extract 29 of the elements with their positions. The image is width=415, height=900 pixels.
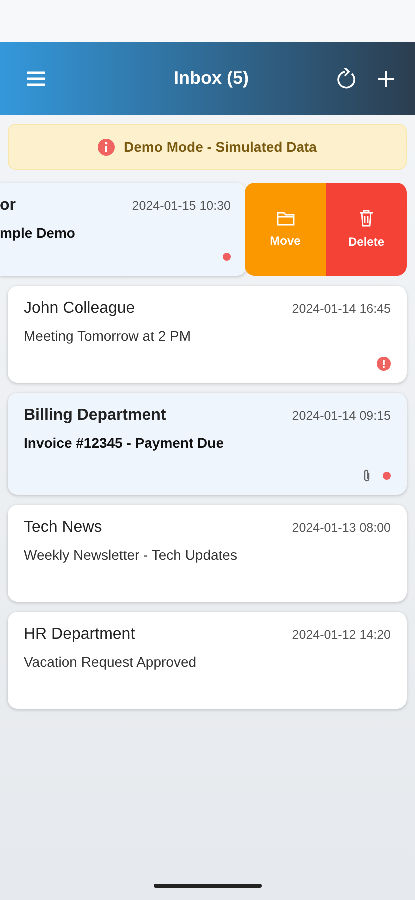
info-icon <box>98 138 116 156</box>
email-date: 2024-01-13 08:00 <box>292 521 391 535</box>
menu-icon[interactable] <box>26 70 46 86</box>
email-date: 2024-01-14 16:45 <box>292 302 391 316</box>
email-card[interactable]: John Colleague 2024-01-14 16:45 Meeting Tomorrow at 2 PM <box>8 286 407 383</box>
email-subject: Vacation Request Approved <box>24 654 198 670</box>
email-subject: mple Demo <box>0 225 76 241</box>
email-sender: HR Department <box>24 626 136 644</box>
delete-button[interactable]: Delete <box>326 183 407 276</box>
email-subject: Weekly Newsletter - Tech Updates <box>24 547 238 563</box>
email-date: 2024-01-14 09:15 <box>292 409 391 423</box>
add-icon[interactable] <box>377 70 395 88</box>
email-sender: Tech News <box>24 519 102 537</box>
email-sender: John Colleague <box>24 300 136 318</box>
folder-icon <box>276 211 294 226</box>
refresh-icon[interactable] <box>337 68 357 90</box>
email-date: 2024-01-15 10:30 <box>132 199 231 213</box>
email-card[interactable]: Tech News 2024-01-13 08:00 Weekly Newsletter - Tech Updates <box>8 505 407 602</box>
email-subject: Invoice #12345 - Payment Due <box>24 435 225 451</box>
screen-title: Inbox (5) <box>173 68 250 89</box>
email-card[interactable]: or 2024-01-15 10:30 mple Demo <box>0 183 247 276</box>
email-date: 2024-01-12 14:20 <box>292 628 391 642</box>
banner-text: Demo Mode - Simulated Data <box>124 139 317 155</box>
email-subject: Meeting Tomorrow at 2 PM <box>24 328 192 344</box>
email-sender: or <box>0 197 16 215</box>
trash-icon <box>359 210 374 227</box>
email-card[interactable]: Billing Department 2024-01-14 09:15 Invoice #12345 - Payment Due <box>8 393 407 495</box>
email-card[interactable]: HR Department 2024-01-12 14:20 Vacation Request Approved <box>8 612 407 709</box>
email-sender: Billing Department <box>24 407 166 425</box>
